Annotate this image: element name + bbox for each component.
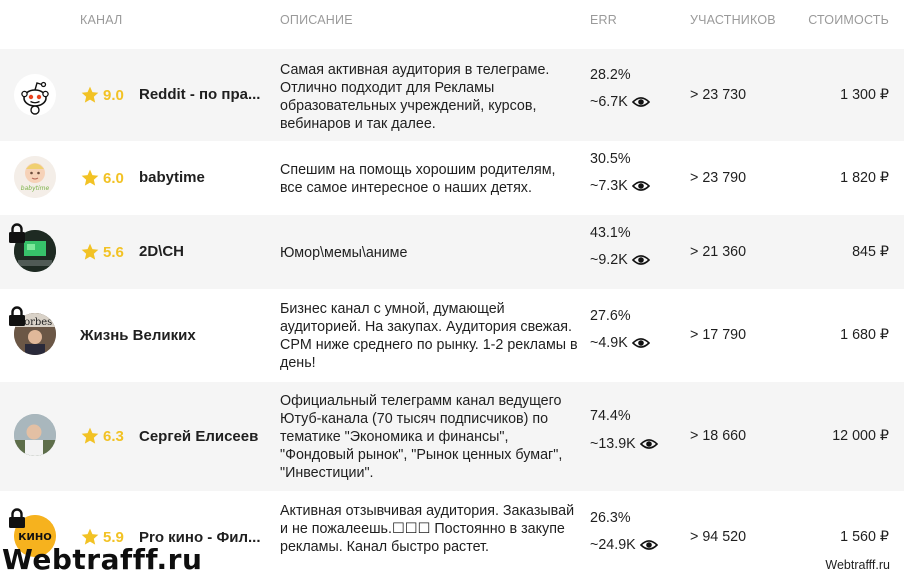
views-count: ~13.9K <box>590 436 658 452</box>
err-value: 30.5% <box>590 151 631 167</box>
rating: 5.6 <box>80 242 124 262</box>
members-count: > 23 790 <box>690 170 747 186</box>
column-header-description: ОПИСАНИЕ <box>280 13 353 27</box>
members-count: > 94 520 <box>690 529 747 545</box>
rating-value: 6.0 <box>103 169 124 187</box>
star-icon <box>81 427 99 444</box>
members-count: > 18 660 <box>690 428 747 444</box>
cost-value: 1 300 ₽ <box>840 87 889 103</box>
avatar-brand-text: babytime <box>21 185 50 192</box>
channel-description: Юмор\мемы\аниме <box>280 245 408 261</box>
err-value: 43.1% <box>590 225 631 241</box>
table-header: КАНАЛ ОПИСАНИЕ ERR УЧАСТНИКОВ СТОИМОСТЬ <box>0 0 904 48</box>
err-value: 28.2% <box>590 67 631 83</box>
table-row[interactable]: babytime 6.0 babytime Спешим на помощь х… <box>0 141 904 215</box>
channel-name-link[interactable]: 2D\CH <box>139 243 184 260</box>
eye-icon <box>631 181 650 191</box>
channel-name-link[interactable]: Жизнь Великих <box>80 327 196 344</box>
views-count: ~24.9K <box>590 537 658 553</box>
person-photo-icon <box>14 414 56 456</box>
channel-description: Спешим на помощь хорошим родителям, все … <box>280 162 556 196</box>
channel-description: Самая активная аудитория в телеграме. От… <box>280 62 550 132</box>
watermark-large: Webtrafff.ru <box>2 543 203 576</box>
baby-photo-icon: babytime <box>14 156 56 198</box>
cost-value: 12 000 ₽ <box>832 428 889 444</box>
eye-icon <box>631 338 650 348</box>
column-header-channel[interactable]: КАНАЛ <box>80 13 122 27</box>
views-count: ~9.2K <box>590 252 650 268</box>
lock-icon <box>9 508 25 528</box>
table-row[interactable]: Forbes Жизнь Великих Бизнес канал с умно… <box>0 289 904 382</box>
table-row[interactable]: 6.3 Сергей Елисеев Официальный телеграмм… <box>0 382 904 491</box>
star-icon <box>81 243 99 260</box>
lock-icon <box>9 223 25 243</box>
views-value: ~24.9K <box>590 537 636 553</box>
cost-value: 1 680 ₽ <box>840 327 889 343</box>
eye-icon <box>631 97 650 107</box>
table-row[interactable]: 5.6 2D\CH Юмор\мемы\аниме 43.1% ~9.2K > … <box>0 215 904 289</box>
star-icon <box>81 86 99 103</box>
views-count: ~6.7K <box>590 94 650 110</box>
rating-value: 5.6 <box>103 243 124 261</box>
err-value: 74.4% <box>590 408 631 424</box>
views-value: ~4.9K <box>590 335 628 351</box>
rating: 6.3 <box>80 426 124 446</box>
views-count: ~7.3K <box>590 178 650 194</box>
eye-icon <box>631 255 650 265</box>
err-value: 27.6% <box>590 308 631 324</box>
table-row[interactable]: 9.0 Reddit - по пра... Самая активная ау… <box>0 49 904 141</box>
rating: 6.0 <box>80 168 124 188</box>
views-value: ~6.7K <box>590 94 628 110</box>
views-value: ~7.3K <box>590 178 628 194</box>
lock-icon <box>9 306 25 326</box>
channel-description: Бизнес канал с умной, думающей аудиторие… <box>280 301 578 371</box>
cost-value: 1 820 ₽ <box>840 170 889 186</box>
rating: 9.0 <box>80 85 124 105</box>
members-count: > 17 790 <box>690 327 747 343</box>
column-header-cost[interactable]: СТОИМОСТЬ <box>808 13 889 27</box>
rating-value: 9.0 <box>103 86 124 104</box>
channel-name-link[interactable]: babytime <box>139 169 205 186</box>
cost-value: 845 ₽ <box>852 244 889 260</box>
column-header-members[interactable]: УЧАСТНИКОВ <box>690 13 776 27</box>
watermark-small: Webtrafff.ru <box>825 558 890 572</box>
views-value: ~9.2K <box>590 252 628 268</box>
cost-value: 1 560 ₽ <box>840 529 889 545</box>
channel-description: Официальный телеграмм канал ведущего Юту… <box>280 393 563 481</box>
views-count: ~4.9K <box>590 335 650 351</box>
column-header-err[interactable]: ERR <box>590 13 617 27</box>
avatar-brand-text: КИНО <box>18 532 51 543</box>
reddit-alien-icon <box>14 74 56 116</box>
star-icon <box>81 169 99 186</box>
rating-value: 6.3 <box>103 427 124 445</box>
err-value: 26.3% <box>590 510 631 526</box>
channel-description: Активная отзывчивая аудитория. Заказывай… <box>280 503 575 555</box>
members-count: > 21 360 <box>690 244 747 260</box>
views-value: ~13.9K <box>590 436 636 452</box>
eye-icon <box>639 540 658 550</box>
eye-icon <box>639 439 658 449</box>
members-count: > 23 730 <box>690 87 747 103</box>
channel-name-link[interactable]: Reddit - по пра... <box>139 86 260 103</box>
channel-name-link[interactable]: Сергей Елисеев <box>139 428 258 445</box>
